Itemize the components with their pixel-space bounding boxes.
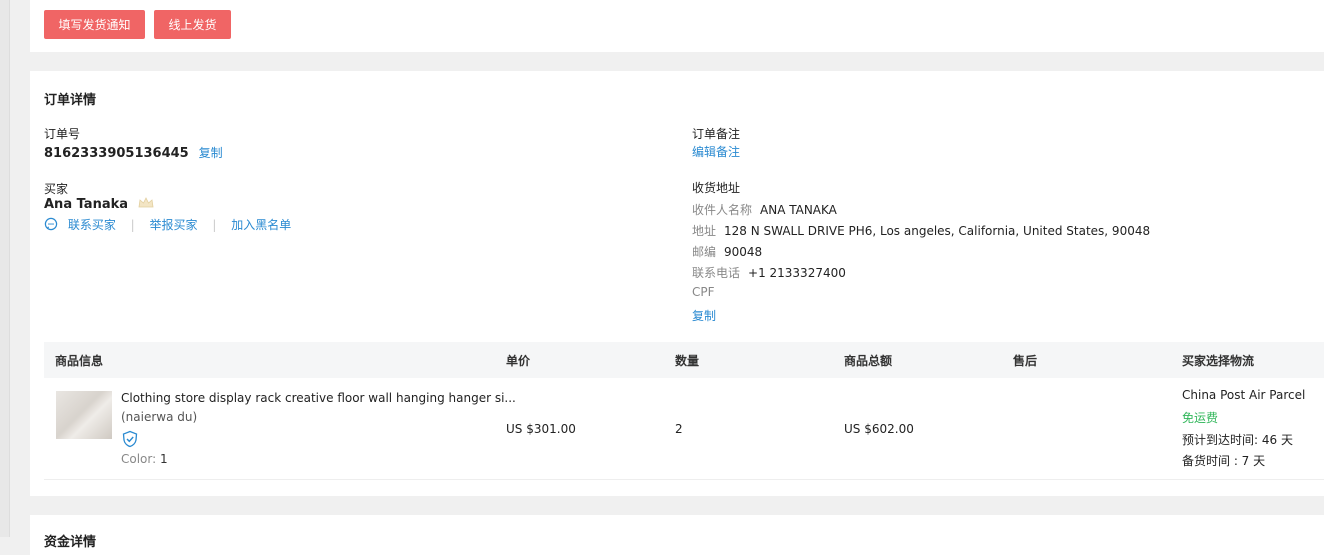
action-bar: 填写发货通知 线上发货 <box>30 0 1324 52</box>
recipient-key: 收件人名称 <box>692 203 753 217</box>
header-unit-price: 单价 <box>506 354 531 368</box>
crown-icon <box>138 197 154 212</box>
shipping-address-label: 收货地址 <box>692 181 741 195</box>
funds-details-card: 资金详情 <box>30 515 1324 555</box>
address-row: 地址 128 N SWALL DRIVE PH6, Los angeles, Ca… <box>692 222 1150 239</box>
zip-row: 邮编 90048 <box>692 243 762 260</box>
unit-price: US $301.00 <box>506 422 576 436</box>
header-product-info: 商品信息 <box>55 354 104 368</box>
phone-key: 联系电话 <box>692 266 741 280</box>
chat-bubble-icon <box>44 217 58 234</box>
header-logistics: 买家选择物流 <box>1182 354 1255 368</box>
recipient-row: 收件人名称 ANA TANAKA <box>692 201 837 218</box>
buyer-actions: 联系买家 | 举报买家 | 加入黑名单 <box>44 216 291 234</box>
fill-shipping-notice-button[interactable]: 填写发货通知 <box>44 10 145 39</box>
add-blacklist-link[interactable]: 加入黑名单 <box>231 218 291 232</box>
shield-check-icon <box>121 430 139 451</box>
left-scroll-strip <box>0 0 10 537</box>
divider: | <box>212 218 217 232</box>
address-value: 128 N SWALL DRIVE PH6, Los angeles, Cali… <box>724 224 1151 238</box>
contact-buyer-link[interactable]: 联系买家 <box>68 218 116 232</box>
zip-key: 邮编 <box>692 245 717 259</box>
online-ship-button[interactable]: 线上发货 <box>154 10 231 39</box>
address-key: 地址 <box>692 224 717 238</box>
order-number-row: 8162333905136445 复制 <box>44 144 223 161</box>
item-total: US $602.00 <box>844 422 914 436</box>
order-remark-label: 订单备注 <box>692 127 741 141</box>
free-shipping-text: 免运费 <box>1182 411 1219 425</box>
cpf-row: CPF <box>692 285 723 299</box>
color-value: 1 <box>160 452 168 466</box>
buyer-label: 买家 <box>44 182 69 196</box>
row-divider <box>44 479 1324 480</box>
product-title[interactable]: Clothing store display rack creative flo… <box>121 391 516 405</box>
zip-value: 90048 <box>724 245 763 259</box>
product-thumbnail[interactable] <box>56 391 112 439</box>
order-number-label: 订单号 <box>44 127 81 141</box>
quantity: 2 <box>675 422 683 436</box>
store-name: (naierwa du) <box>121 410 198 424</box>
product-table-header: 商品信息 单价 数量 商品总额 售后 买家选择物流 <box>44 342 1324 378</box>
color-key: Color: <box>121 452 157 466</box>
copy-address-link[interactable]: 复制 <box>692 307 716 324</box>
color-attribute: Color: 1 <box>121 452 168 466</box>
cpf-key: CPF <box>692 285 715 299</box>
order-details-title: 订单详情 <box>44 93 97 108</box>
preparation-time: 备货时间 : 7 天 <box>1182 454 1266 468</box>
logistics-name: China Post Air Parcel <box>1182 388 1306 402</box>
order-number: 8162333905136445 <box>44 146 189 161</box>
header-quantity: 数量 <box>675 354 700 368</box>
copy-order-number-link[interactable]: 复制 <box>199 146 223 160</box>
report-buyer-link[interactable]: 举报买家 <box>150 218 198 232</box>
divider: | <box>130 218 135 232</box>
phone-row: 联系电话 +1 2133327400 <box>692 264 846 281</box>
funds-details-title: 资金详情 <box>44 535 97 550</box>
order-details-card: 订单详情 订单号 8162333905136445 复制 买家 Ana Tana… <box>30 71 1324 496</box>
edit-remark-link[interactable]: 编辑备注 <box>692 143 740 160</box>
header-after-sales: 售后 <box>1013 354 1038 368</box>
phone-value: +1 2133327400 <box>748 266 846 280</box>
buyer-name: Ana Tanaka <box>44 197 129 212</box>
estimated-arrival: 预计到达时间: 46 天 <box>1182 433 1293 447</box>
buyer-row: Ana Tanaka <box>44 197 154 212</box>
recipient-value: ANA TANAKA <box>760 203 837 217</box>
header-total: 商品总额 <box>844 354 893 368</box>
